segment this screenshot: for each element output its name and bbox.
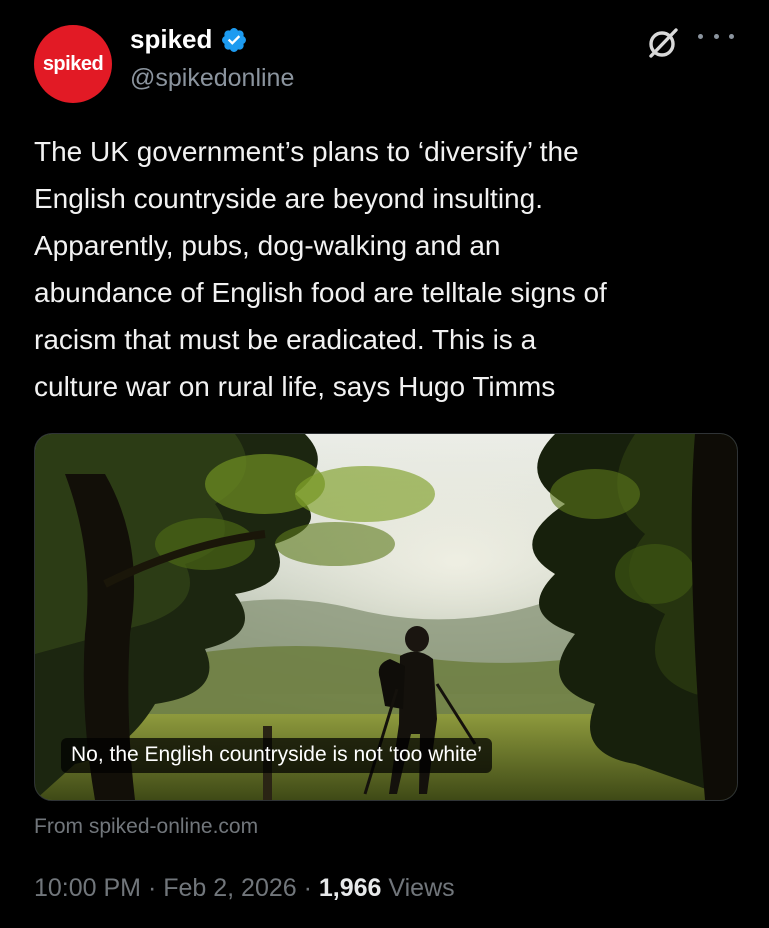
grok-icon[interactable] — [646, 26, 680, 60]
meta-separator: · — [296, 874, 319, 902]
dot-icon — [729, 33, 734, 39]
avatar[interactable]: spiked — [34, 25, 112, 103]
meta-separator: · — [141, 874, 164, 902]
views-count: 1,966 — [318, 874, 382, 902]
card-headline: No, the English countryside is not ‘too … — [61, 738, 492, 773]
views-label: Views — [381, 874, 455, 902]
verified-badge-icon — [222, 27, 247, 52]
source-domain-link[interactable]: From spiked-online.com — [34, 815, 258, 839]
author-handle[interactable]: @spikedonline — [130, 64, 294, 93]
tweet-meta: 10:00 PM · Feb 2, 2026 · 1,966 Views — [34, 874, 455, 903]
tweet-time[interactable]: 10:00 PM — [34, 874, 141, 902]
tweet-text: The UK government’s plans to ‘diversify’… — [34, 136, 607, 402]
tweet-date[interactable]: Feb 2, 2026 — [163, 874, 296, 902]
dot-icon — [698, 33, 703, 39]
avatar-logo-text: spiked — [42, 52, 104, 75]
more-options-icon[interactable] — [698, 26, 734, 46]
dot-icon — [713, 33, 719, 39]
link-card[interactable]: No, the English countryside is not ‘too … — [34, 433, 738, 801]
display-name[interactable]: spiked — [130, 24, 212, 55]
author-name-row: spiked — [130, 24, 248, 55]
